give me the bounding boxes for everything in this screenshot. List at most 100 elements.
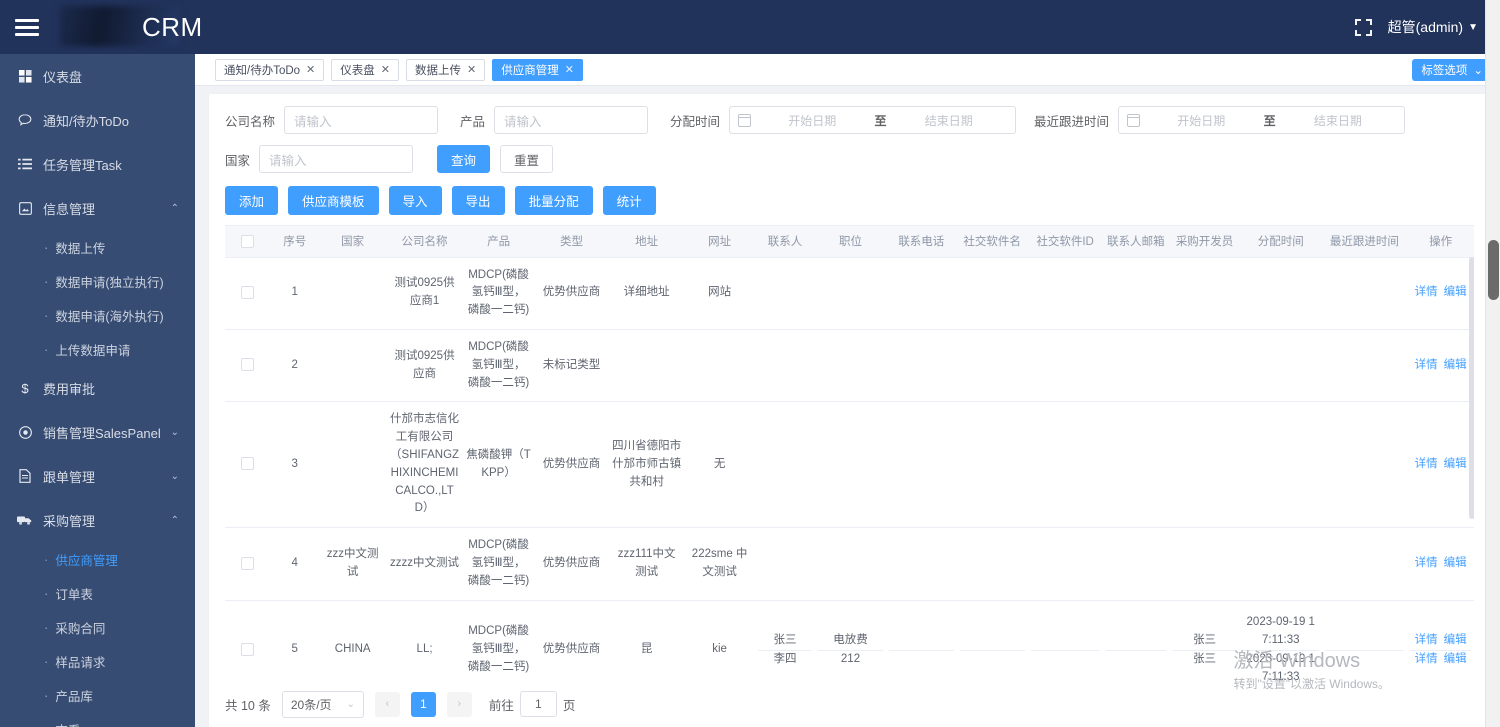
sidebar-group-purchase-management[interactable]: 采购管理 ⌃	[0, 498, 195, 542]
edit-link[interactable]: 编辑	[1444, 458, 1467, 470]
sidebar-item-dashboard[interactable]: 仪表盘	[0, 54, 195, 98]
detail-link[interactable]: 详情	[1415, 653, 1438, 665]
table-row[interactable]: 2 测试0925供应商 MDCP(磷酸氢钙Ⅲ型，磷酸一二钙) 未标记类型 详情 …	[225, 329, 1474, 403]
followup-start-date[interactable]: 开始日期	[1143, 112, 1260, 129]
cell-operation: 详情 编辑	[1407, 257, 1474, 330]
page-jump-input[interactable]: 1	[519, 691, 557, 717]
chevron-down-icon: ⌄	[1473, 64, 1483, 77]
export-button[interactable]: 导出	[451, 186, 505, 215]
followup-time-daterange[interactable]: 开始日期 至 结束日期	[1118, 106, 1406, 134]
contact-subrow: 李四	[758, 650, 812, 668]
select-all-checkbox[interactable]	[241, 234, 255, 248]
edit-link[interactable]: 编辑	[1444, 634, 1467, 646]
detail-link[interactable]: 详情	[1415, 634, 1438, 646]
sidebar-item-data-upload[interactable]: · 数据上传	[0, 230, 195, 264]
table-row[interactable]: 3 什邡市志信化工有限公司（SHIFANGZHIXINCHEMICALCO.,L…	[225, 401, 1474, 529]
close-icon[interactable]: ✕	[381, 63, 390, 76]
contact-subrow: 张三	[1172, 631, 1237, 651]
edit-link[interactable]: 编辑	[1444, 359, 1467, 371]
detail-link[interactable]: 详情	[1415, 458, 1438, 470]
jump-suffix-label: 页	[562, 698, 576, 713]
tab-data-upload[interactable]: 数据上传 ✕	[405, 58, 486, 81]
country-input[interactable]: 请输入	[259, 145, 414, 173]
edit-link[interactable]: 编辑	[1444, 286, 1467, 298]
assign-end-date[interactable]: 结束日期	[891, 112, 1008, 129]
detail-link[interactable]: 详情	[1415, 359, 1438, 371]
sales-icon	[16, 425, 34, 439]
sidebar-group-order-management[interactable]: 跟单管理 ⌄	[0, 454, 195, 498]
sidebar-item-task[interactable]: 任务管理Task	[0, 142, 195, 186]
company-name-input[interactable]: 请输入	[284, 106, 439, 134]
row-checkbox[interactable]	[241, 556, 255, 570]
sidebar-item-view[interactable]: · 查看	[0, 712, 195, 727]
cell-assign-time	[1239, 257, 1322, 330]
social-id-subtable	[1030, 649, 1100, 651]
table-vertical-scrollbar[interactable]	[1469, 257, 1474, 519]
followup-end-date[interactable]: 结束日期	[1280, 112, 1397, 129]
tab-todo[interactable]: 通知/待办ToDo ✕	[215, 58, 325, 81]
sidebar-item-expense-approval[interactable]: $ 费用审批	[0, 366, 195, 410]
tab-supplier-management[interactable]: 供应商管理 ✕	[492, 58, 583, 81]
table-row[interactable]: 4 zzz中文测试 zzzz中文测试 MDCP(磷酸氢钙Ⅲ型，磷酸一二钙) 优势…	[225, 527, 1474, 601]
row-checkbox[interactable]	[241, 285, 255, 299]
tag-options-button[interactable]: 标签选项 ⌄	[1412, 58, 1492, 81]
user-menu-button[interactable]: 超管(admin) ▼	[1388, 17, 1478, 37]
sidebar-group-info-management[interactable]: 信息管理 ⌃	[0, 186, 195, 230]
cell-followup-time	[1321, 527, 1408, 601]
add-button[interactable]: 添加	[225, 186, 279, 215]
page-number-1[interactable]: 1	[410, 691, 436, 717]
supplier-template-button[interactable]: 供应商模板	[288, 186, 379, 215]
sidebar-item-data-request-overseas[interactable]: · 数据申请(海外执行)	[0, 298, 195, 332]
edit-link[interactable]: 编辑	[1444, 653, 1467, 665]
assign-start-date[interactable]: 开始日期	[754, 112, 871, 129]
table-row[interactable]: 1 测试0925供应商1 MDCP(磷酸氢钙Ⅲ型，磷酸一二钙) 优势供应商 详细…	[225, 257, 1474, 330]
column-header-website: 网址	[684, 226, 756, 258]
cell-contact: 李四	[773, 652, 797, 665]
menu-toggle-button[interactable]	[0, 0, 54, 54]
browser-scrollbar[interactable]	[1485, 0, 1500, 727]
close-icon[interactable]: ✕	[306, 63, 315, 76]
cell-product: MDCP(磷酸氢钙Ⅲ型，磷酸一二钙)	[463, 527, 534, 601]
detail-link[interactable]: 详情	[1415, 286, 1438, 298]
sidebar-item-data-request-independent[interactable]: · 数据申请(独立执行)	[0, 264, 195, 298]
row-checkbox[interactable]	[241, 358, 255, 372]
cell-type: 优势供应商	[533, 257, 610, 330]
hamburger-icon	[15, 15, 39, 40]
reset-button[interactable]: 重置	[500, 145, 554, 173]
next-page-button[interactable]: ›	[446, 691, 472, 717]
close-icon[interactable]: ✕	[565, 63, 574, 76]
batch-assign-button[interactable]: 批量分配	[514, 186, 593, 215]
message-icon	[16, 113, 34, 127]
row-checkbox[interactable]	[241, 457, 255, 471]
sidebar-item-purchase-contract[interactable]: · 采购合同	[0, 610, 195, 644]
search-button[interactable]: 查询	[437, 145, 491, 173]
tab-bar: 通知/待办ToDo ✕ 仪表盘 ✕ 数据上传 ✕ 供应商管理 ✕ 标签选项 ⌄	[195, 54, 1500, 86]
cell-social-name	[956, 527, 1028, 601]
sidebar-item-todo[interactable]: 通知/待办ToDo	[0, 98, 195, 142]
assign-time-daterange[interactable]: 开始日期 至 结束日期	[729, 106, 1017, 134]
sidebar-menu: 仪表盘 通知/待办ToDo 任务管理Task 信息管理 ⌃ · 数据上传 · 数…	[0, 54, 195, 727]
sidebar-item-upload-data-request[interactable]: · 上传数据申请	[0, 332, 195, 366]
sidebar-group-sales-panel[interactable]: 销售管理SalesPanel ⌄	[0, 410, 195, 454]
user-menu-label: 超管(admin)	[1387, 19, 1464, 35]
prev-page-button[interactable]: ‹	[374, 691, 400, 717]
tab-dashboard[interactable]: 仪表盘 ✕	[331, 58, 399, 81]
row-checkbox[interactable]	[241, 642, 255, 656]
statistics-button[interactable]: 统计	[602, 186, 656, 215]
edit-link[interactable]: 编辑	[1444, 557, 1467, 569]
browser-scrollbar-thumb[interactable]	[1488, 240, 1499, 300]
detail-link[interactable]: 详情	[1415, 557, 1438, 569]
cell-followup-time	[1321, 401, 1408, 529]
chevron-down-icon: ▼	[1468, 21, 1478, 33]
import-button[interactable]: 导入	[388, 186, 442, 215]
sidebar-item-product-library[interactable]: · 产品库	[0, 678, 195, 712]
close-icon[interactable]: ✕	[467, 63, 476, 76]
sidebar-item-order-list[interactable]: · 订单表	[0, 576, 195, 610]
sidebar-item-sample-request[interactable]: · 样品请求	[0, 644, 195, 678]
cell-product: 焦磷酸钾（TKPP）	[463, 401, 534, 529]
fullscreen-icon[interactable]	[1354, 18, 1372, 36]
table-row[interactable]: 5 CHINA LL; MDCP(磷酸氢钙Ⅲ型，磷酸一二钙) 优势供应商 昆 k…	[225, 600, 1474, 681]
page-size-select[interactable]: 20条/页 ⌄	[281, 690, 364, 718]
sidebar-item-supplier-management[interactable]: · 供应商管理	[0, 542, 195, 576]
product-input[interactable]: 请输入	[494, 106, 649, 134]
